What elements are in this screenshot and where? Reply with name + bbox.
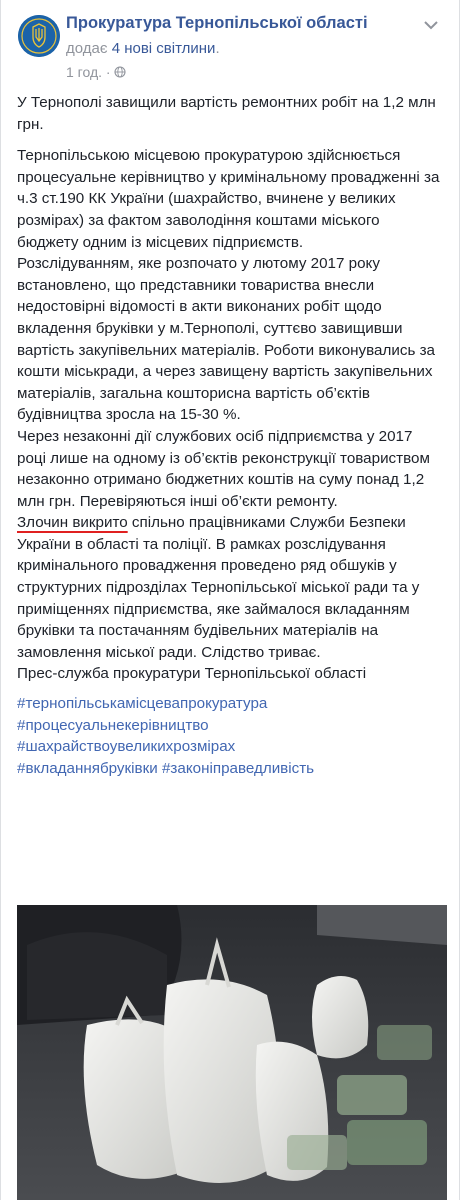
underlined-phrase: Злочин викрито (17, 514, 128, 532)
page-name-link[interactable]: Прокуратура Тернопільської області (66, 14, 368, 33)
post-action-text: додає 4 нові світлини. (66, 40, 220, 57)
hashtag-link[interactable]: #законіправедливість (162, 760, 314, 777)
post-paragraph-3: Через незаконні дії службових осіб підпр… (17, 427, 430, 510)
post-paragraph-1: Тернопільською місцевою прокуратурою зді… (17, 147, 440, 251)
post-timestamp[interactable]: 1 год. (66, 64, 102, 80)
globe-icon[interactable] (114, 66, 127, 78)
post-signature: Прес-служба прокуратури Тернопільської о… (17, 665, 367, 683)
avatar[interactable] (18, 15, 60, 57)
post-photo[interactable] (17, 905, 447, 1200)
chevron-down-icon[interactable] (419, 16, 443, 34)
post-header: Прокуратура Тернопільської області додає… (1, 0, 459, 92)
post-meta: 1 год. · (66, 64, 127, 80)
evidence-bags-photo (17, 905, 447, 1200)
hashtag-link[interactable]: #тернопільськамісцевапрокуратура (17, 695, 267, 712)
hashtags: #тернопільськамісцевапрокуратура #процес… (17, 693, 445, 779)
post-headline: У Тернополі завищили вартість ремонтних … (17, 94, 436, 133)
hashtag-link[interactable]: #вкладаннябруківки (17, 760, 158, 777)
post-body: У Тернополі завищили вартість ремонтних … (1, 92, 459, 779)
paragraph-4-rest: спільно працівниками Служби Безпеки Укра… (17, 514, 420, 661)
hashtag-link[interactable]: #процесуальнекерівництво (17, 717, 209, 734)
facebook-post: Прокуратура Тернопільської області додає… (0, 0, 460, 1200)
post-paragraph-2: Розслідуванням, яке розпочато у лютому 2… (17, 255, 435, 424)
post-paragraph-4: Злочин викрито спільно працівниками Служ… (17, 512, 445, 663)
trident-emblem-icon (18, 15, 60, 57)
new-photos-link[interactable]: 4 нові світлини (112, 40, 216, 57)
meta-separator: · (105, 64, 111, 80)
hashtag-link[interactable]: #шахрайствоувеликихрозмірах (17, 738, 235, 755)
added-suffix: . (215, 40, 220, 57)
added-prefix: додає (66, 40, 108, 57)
